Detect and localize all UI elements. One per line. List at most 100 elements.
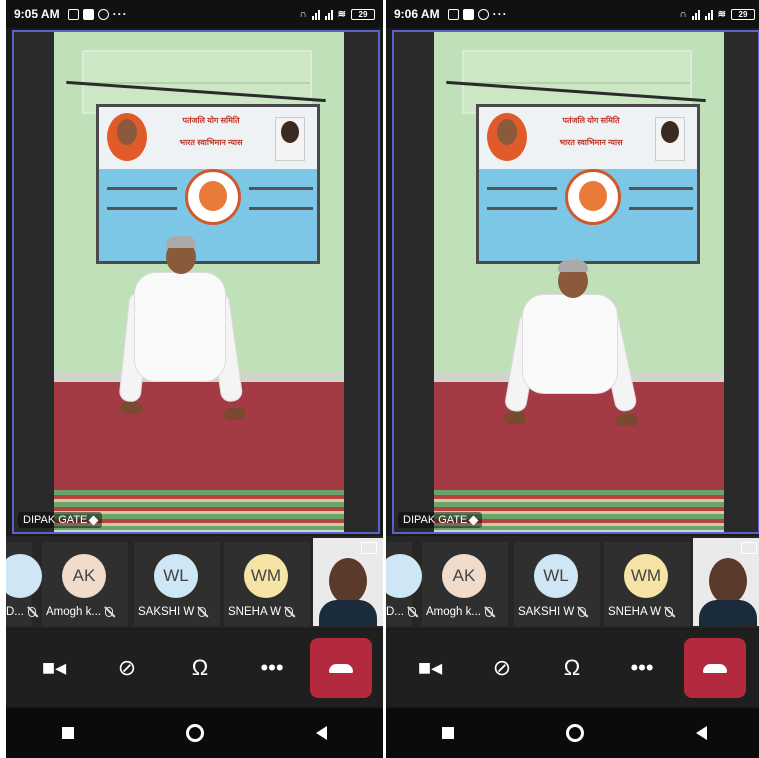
notification-icons: ··· — [67, 7, 128, 21]
camera-button[interactable]: ■◂ — [404, 642, 456, 694]
participant-name: SNEHA W — [608, 606, 662, 618]
hang-up-button[interactable] — [684, 638, 746, 698]
hang-up-icon — [703, 663, 727, 673]
participant-tile[interactable]: WM SNEHA W — [604, 542, 690, 626]
mic-off-icon: ⊘ — [117, 655, 137, 680]
mic-off-icon: ⊘ — [492, 655, 512, 680]
battery-icon: 29 — [351, 8, 375, 20]
system-icons: ∩ ≋ 29 — [299, 8, 375, 20]
participant-strip[interactable]: D... AK Amogh k... WL SAKSHI W WM SNEHA … — [6, 536, 383, 628]
mic-off-icon — [407, 607, 416, 617]
audio-button[interactable]: Ω — [546, 642, 598, 694]
participant-tile[interactable]: WL SAKSHI W — [514, 542, 600, 626]
signal-2-icon — [704, 9, 713, 20]
more-button[interactable]: ••• — [246, 642, 298, 694]
back-icon[interactable] — [316, 726, 327, 740]
participant-strip[interactable]: D... AK Amogh k... WL SAKSHI W WM SNEHA … — [386, 536, 759, 628]
participant-avatar: AK — [62, 554, 106, 598]
main-video-feed[interactable]: पतंजलि योग समिति भारत स्वाभिमान न्यास DI… — [12, 30, 380, 534]
camera-icon: ■◂ — [41, 655, 67, 680]
headset-icon: Ω — [191, 655, 209, 680]
hang-up-button[interactable] — [310, 638, 372, 698]
recents-icon[interactable] — [442, 727, 454, 739]
participant-tile[interactable]: AK Amogh k... — [42, 542, 128, 626]
yoga-banner: पतंजलि योग समिति भारत स्वाभिमान न्यास — [476, 104, 700, 264]
camera-icon: ■◂ — [417, 655, 443, 680]
wifi-icon: ≋ — [717, 8, 726, 20]
signal-icon — [311, 9, 320, 20]
mute-button[interactable]: ⊘ — [101, 642, 153, 694]
participant-avatar: WL — [534, 554, 578, 598]
participant-avatar: AK — [442, 554, 486, 598]
call-controls: ■◂ ⊘ Ω ••• — [6, 630, 383, 706]
more-button[interactable]: ••• — [616, 642, 668, 694]
presenter-name-tag: DIPAK GATE — [398, 512, 483, 528]
more-icon: ••• — [260, 655, 284, 680]
signal-icon — [691, 9, 700, 20]
participant-name: SAKSHI W — [138, 606, 195, 618]
gallery-notification-icon — [447, 8, 459, 20]
status-bar: 9:06 AM ··· ∩ ≋ 29 — [386, 0, 759, 28]
headphone-status-icon: ∩ — [679, 8, 687, 20]
mic-off-icon — [578, 607, 587, 617]
screenshot-pair: 9:05 AM ··· ∩ ≋ 29 पतंजलि योग समिति भारत… — [0, 0, 759, 758]
mic-off-icon — [484, 607, 493, 617]
notification-icons: ··· — [447, 7, 508, 21]
recents-icon[interactable] — [62, 727, 74, 739]
participant-avatar: WM — [244, 554, 288, 598]
main-video-feed[interactable]: पतंजलि योग समिति भारत स्वाभिमान न्यास DI… — [392, 30, 759, 534]
participant-avatar — [6, 554, 42, 598]
mic-off-icon — [665, 607, 674, 617]
battery-icon: 29 — [731, 8, 755, 20]
participant-name: Amogh k... — [46, 606, 101, 618]
mic-off-icon — [104, 607, 113, 617]
self-view-tile[interactable] — [693, 538, 759, 626]
participant-avatar: WM — [624, 554, 668, 598]
signal-2-icon — [324, 9, 333, 20]
headset-icon: Ω — [563, 655, 581, 680]
more-notifications-icon: ··· — [112, 7, 128, 21]
presenter-name-tag: DIPAK GATE — [18, 512, 103, 528]
participant-tile[interactable]: D... — [6, 542, 42, 626]
audio-button[interactable]: Ω — [174, 642, 226, 694]
mic-off-icon — [198, 607, 207, 617]
presenter-name: DIPAK GATE — [23, 514, 88, 526]
teams-notification-icon — [82, 8, 94, 20]
participant-tile[interactable]: WM SNEHA W — [224, 542, 310, 626]
banner-line-1: पतंजलि योग समिति — [182, 116, 240, 125]
pin-icon — [468, 515, 479, 525]
more-notifications-icon: ··· — [492, 7, 508, 21]
banner-line-1: पतंजलि योग समिति — [562, 116, 620, 125]
participant-name: SNEHA W — [228, 606, 282, 618]
mic-off-icon — [285, 607, 294, 617]
status-time: 9:05 AM — [14, 7, 60, 21]
video-room-scene: पतंजलि योग समिति भारत स्वाभिमान न्यास — [434, 32, 724, 532]
wifi-icon: ≋ — [337, 8, 346, 20]
participant-tile[interactable]: AK Amogh k... — [422, 542, 508, 626]
home-icon[interactable] — [566, 724, 584, 742]
gallery-notification-icon — [67, 8, 79, 20]
participant-tile[interactable]: WL SAKSHI W — [134, 542, 220, 626]
participant-name: Amogh k... — [426, 606, 481, 618]
switch-camera-icon[interactable] — [741, 542, 757, 554]
camera-button[interactable]: ■◂ — [28, 642, 80, 694]
switch-camera-icon[interactable] — [361, 542, 377, 554]
whatsapp-notification-icon — [477, 8, 489, 20]
home-icon[interactable] — [186, 724, 204, 742]
yoga-person — [503, 242, 644, 442]
phone-screen-2: 9:06 AM ··· ∩ ≋ 29 पतंजलि योग समिति भारत… — [386, 0, 759, 758]
back-icon[interactable] — [696, 726, 707, 740]
android-nav-bar — [6, 708, 383, 758]
call-controls: ■◂ ⊘ Ω ••• — [386, 630, 759, 706]
pin-icon — [88, 515, 99, 525]
mute-button[interactable]: ⊘ — [476, 642, 528, 694]
participant-tile[interactable]: D... — [386, 542, 422, 626]
self-view-tile[interactable] — [313, 538, 383, 626]
participant-name: D... — [6, 606, 24, 618]
participant-avatar — [386, 554, 422, 598]
phone-screen-1: 9:05 AM ··· ∩ ≋ 29 पतंजलि योग समिति भारत… — [6, 0, 383, 758]
status-time: 9:06 AM — [394, 7, 440, 21]
android-nav-bar — [386, 708, 759, 758]
yoga-person — [114, 222, 254, 442]
participant-name: D... — [386, 606, 404, 618]
